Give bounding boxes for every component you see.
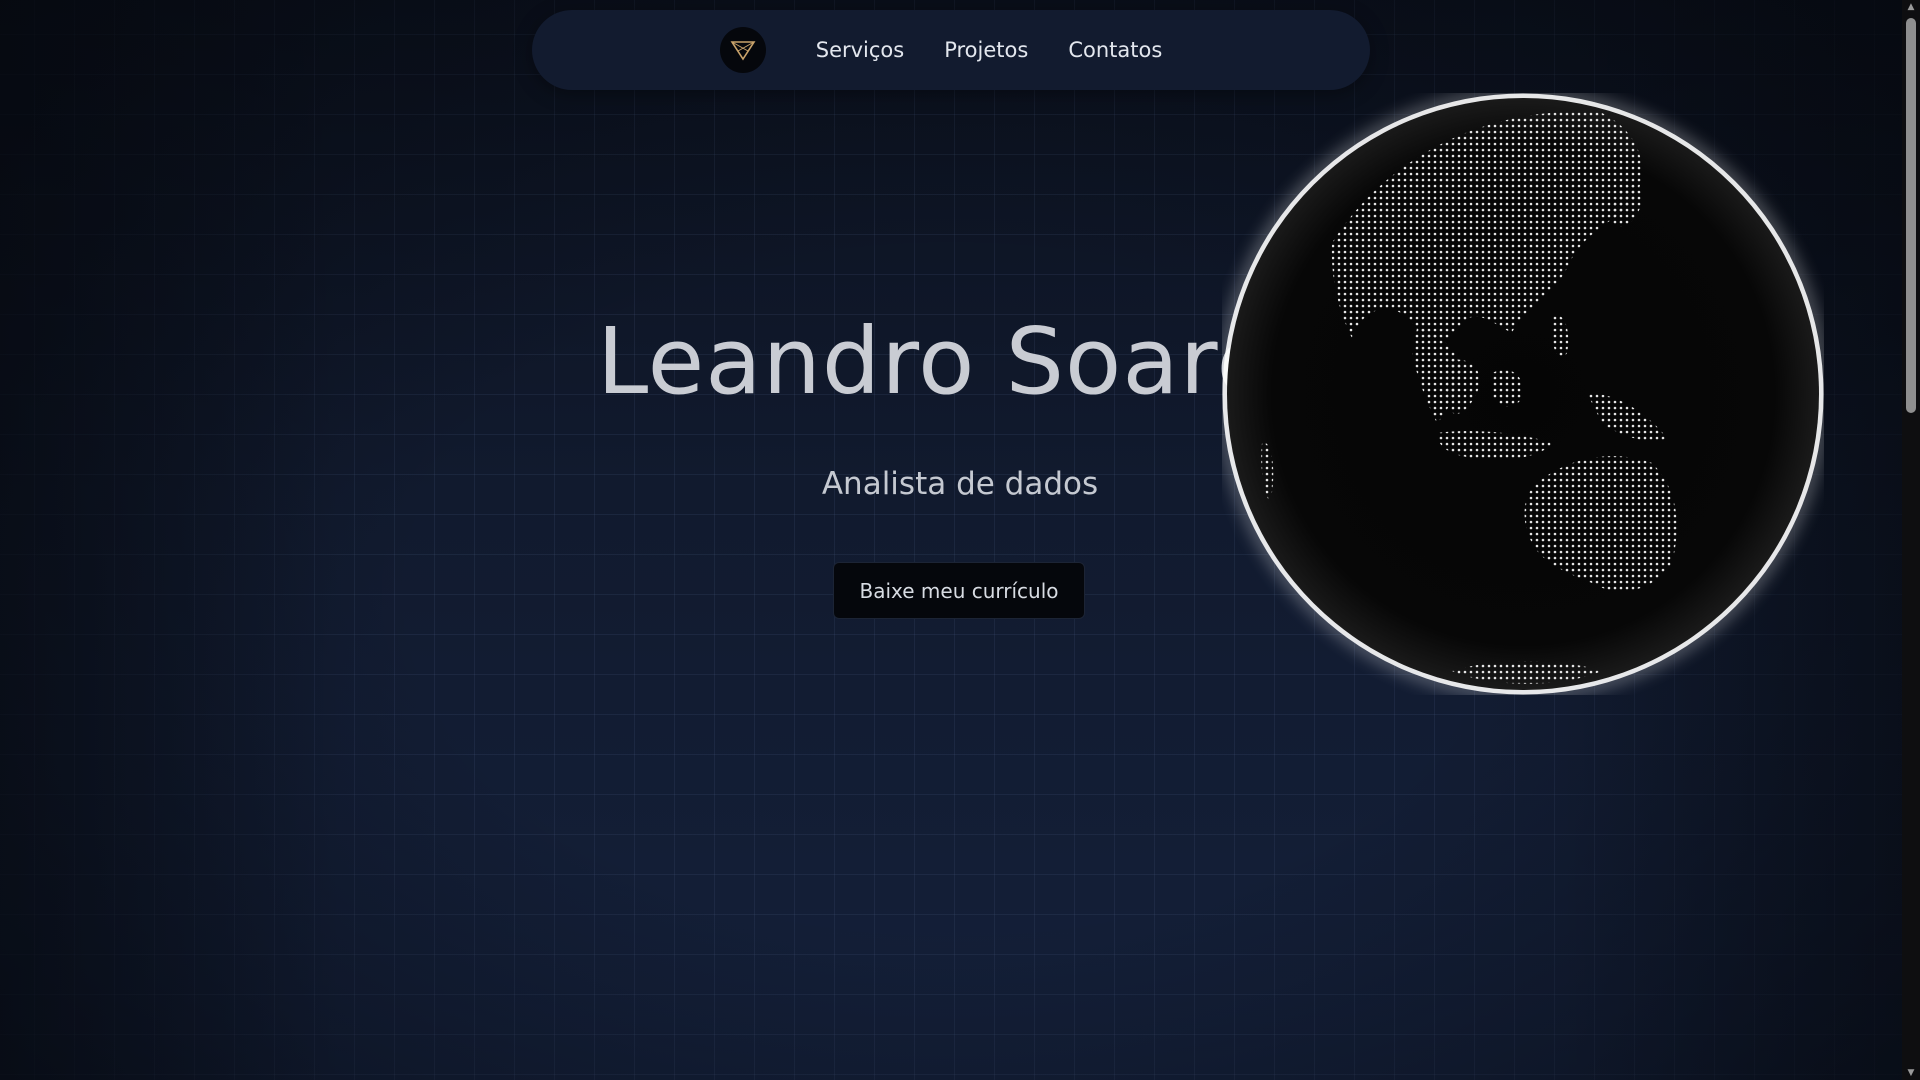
navbar: Serviços Projetos Contatos bbox=[532, 10, 1370, 90]
scroll-down-icon[interactable]: ▼ bbox=[1902, 1066, 1920, 1080]
scrollbar-thumb[interactable] bbox=[1906, 18, 1916, 413]
nav-link-servicos[interactable]: Serviços bbox=[816, 38, 904, 62]
download-cv-button[interactable]: Baixe meu currículo bbox=[833, 562, 1085, 619]
nav-link-contatos[interactable]: Contatos bbox=[1068, 38, 1162, 62]
scroll-up-icon[interactable]: ▲ bbox=[1902, 0, 1920, 14]
page-background: Serviços Projetos Contatos Leandro Soare… bbox=[0, 0, 1902, 1080]
nav-link-projetos[interactable]: Projetos bbox=[944, 38, 1028, 62]
triangle-logo-icon bbox=[730, 41, 756, 61]
page-scrollbar[interactable]: ▲ ▼ bbox=[1902, 0, 1920, 1080]
logo-button[interactable] bbox=[719, 27, 766, 73]
dotted-globe-icon bbox=[1222, 93, 1824, 695]
